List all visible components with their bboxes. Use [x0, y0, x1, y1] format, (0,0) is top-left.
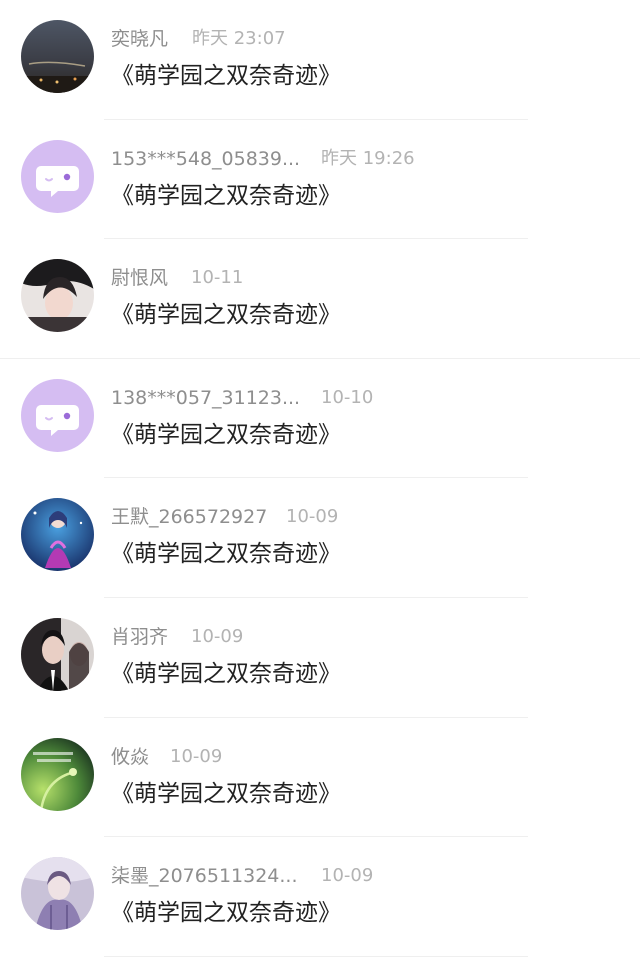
default-chat-avatar-icon — [21, 378, 94, 452]
comment-item[interactable]: 138***057_31123... 10-10 《萌学园之双奈奇迹》 — [0, 359, 640, 479]
comment-list: 奕晓凡 昨天 23:07 《萌学园之双奈奇迹》 153***548_05839.… — [0, 0, 640, 957]
avatar[interactable] — [21, 20, 94, 93]
comment-time: 10-09 — [191, 625, 244, 647]
comment-time: 昨天 19:26 — [321, 147, 415, 169]
night-sky-photo-icon — [21, 20, 94, 93]
avatar[interactable] — [21, 498, 94, 572]
comment-item[interactable]: 尉恨风 10-11 《萌学园之双奈奇迹》 — [0, 239, 640, 359]
comment-time: 昨天 23:07 — [192, 28, 286, 49]
comment-time: 10-09 — [170, 745, 223, 767]
comment-text: 《萌学园之双奈奇迹》 — [111, 660, 341, 687]
comment-item[interactable]: 153***548_05839... 昨天 19:26 《萌学园之双奈奇迹》 — [0, 120, 640, 240]
comment-item[interactable]: 攸焱 10-09 《萌学园之双奈奇迹》 — [0, 718, 640, 838]
user-name[interactable]: 肖羽齐 — [111, 624, 168, 650]
comment-time: 10-09 — [286, 506, 339, 528]
comment-time: 10-10 — [321, 386, 374, 408]
portrait-photo-icon — [21, 259, 94, 333]
portrait-photo-icon — [21, 857, 94, 931]
user-name[interactable]: 攸焱 — [111, 744, 149, 770]
comment-text: 《萌学园之双奈奇迹》 — [111, 182, 341, 209]
default-chat-avatar-icon — [21, 139, 94, 213]
portrait-photo-icon — [21, 617, 94, 691]
avatar[interactable] — [21, 737, 94, 811]
comment-text: 《萌学园之双奈奇迹》 — [111, 780, 341, 807]
avatar[interactable] — [21, 617, 94, 691]
comment-text: 《萌学园之双奈奇迹》 — [111, 63, 341, 89]
comment-text: 《萌学园之双奈奇迹》 — [111, 900, 341, 927]
user-name[interactable]: 王默_266572927 — [111, 504, 267, 530]
user-name[interactable]: 尉恨风 — [111, 265, 168, 291]
avatar[interactable] — [21, 139, 94, 213]
avatar[interactable] — [21, 378, 94, 452]
avatar[interactable] — [21, 857, 94, 931]
user-name[interactable]: 柒墨_2076511324... — [111, 863, 298, 889]
comment-item[interactable]: 奕晓凡 昨天 23:07 《萌学园之双奈奇迹》 — [0, 0, 640, 120]
comment-time: 10-09 — [321, 865, 374, 887]
user-name[interactable]: 153***548_05839... — [111, 146, 300, 172]
comment-item[interactable]: 柒墨_2076511324... 10-09 《萌学园之双奈奇迹》 — [0, 837, 640, 957]
comment-text: 《萌学园之双奈奇迹》 — [111, 421, 341, 448]
comment-text: 《萌学园之双奈奇迹》 — [111, 541, 341, 568]
anime-character-photo-icon — [21, 498, 94, 572]
comment-time: 10-11 — [191, 267, 244, 289]
green-plant-photo-icon — [21, 737, 94, 811]
user-name[interactable]: 奕晓凡 — [111, 26, 168, 52]
avatar[interactable] — [21, 259, 94, 333]
comment-text: 《萌学园之双奈奇迹》 — [111, 302, 341, 329]
comment-item[interactable]: 王默_266572927 10-09 《萌学园之双奈奇迹》 — [0, 478, 640, 598]
comment-item[interactable]: 肖羽齐 10-09 《萌学园之双奈奇迹》 — [0, 598, 640, 718]
user-name[interactable]: 138***057_31123... — [111, 385, 300, 411]
